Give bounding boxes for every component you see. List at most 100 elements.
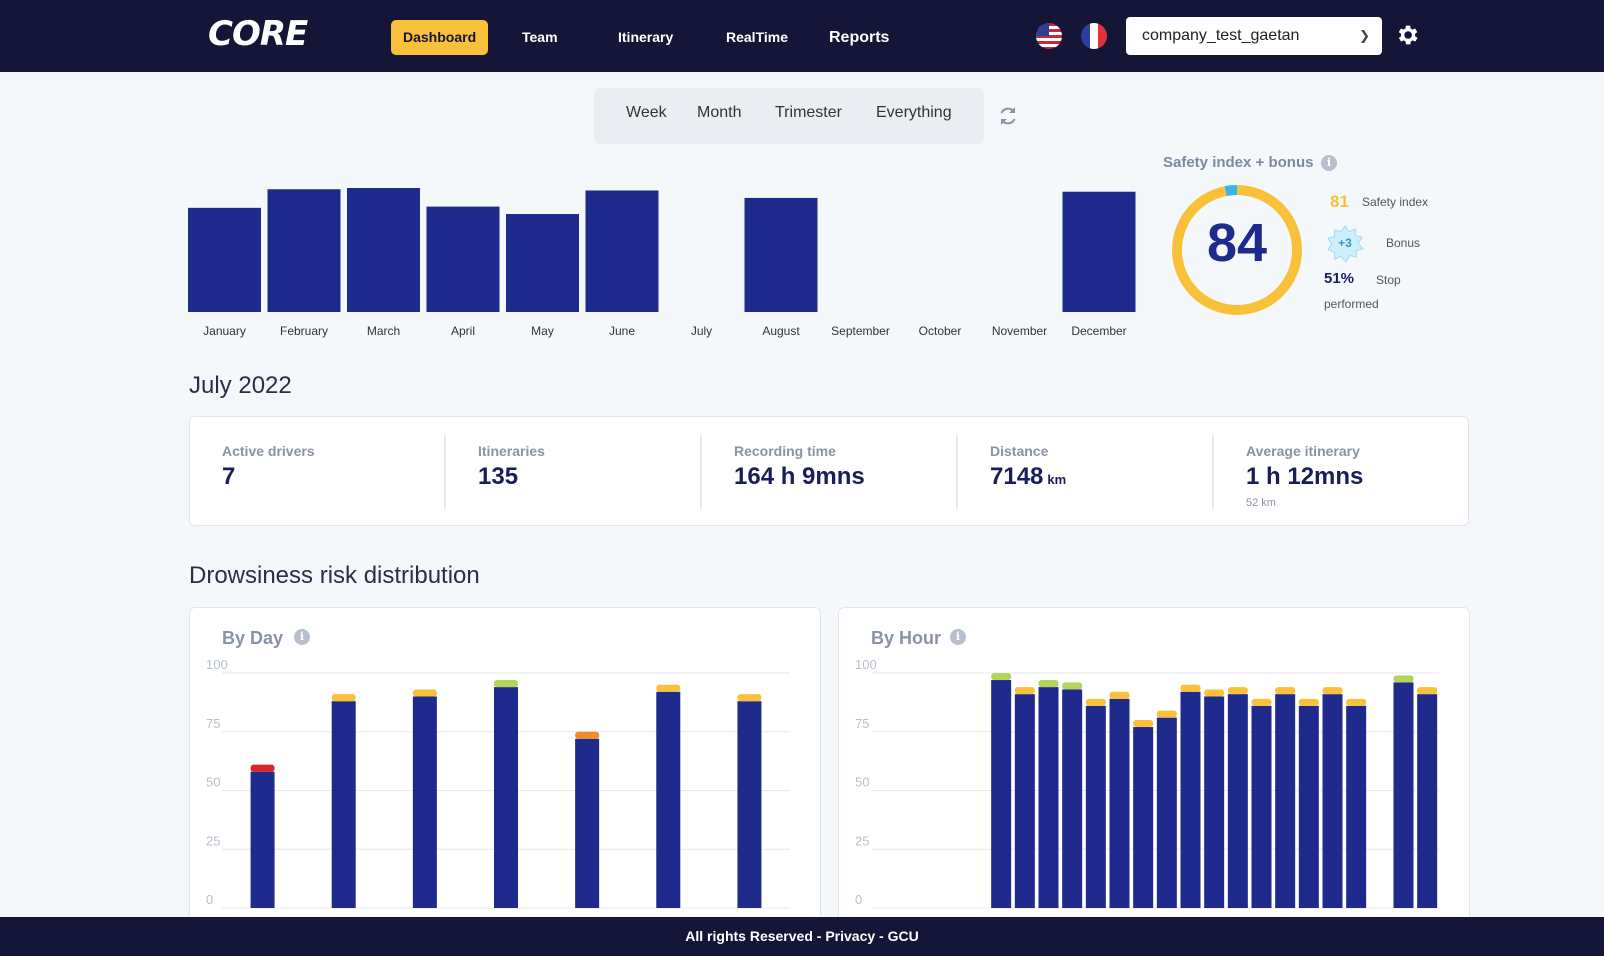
core-logo[interactable]: CORE [208, 14, 308, 54]
stat-recording-time: Recording time 164 h 9mns [700, 435, 956, 509]
company-select-value: company_test_gaetan [1142, 27, 1300, 44]
fr-flag-icon[interactable] [1081, 23, 1107, 49]
info-icon[interactable]: i [294, 629, 310, 645]
month-title: July 2022 [189, 372, 292, 399]
safety-index-value: 81 [1330, 192, 1349, 211]
risk-bar-top [494, 680, 518, 688]
by-hour-card: 0 25 50 75 100 By Hour i [838, 607, 1470, 927]
stop-value: 51% [1324, 270, 1355, 287]
company-select[interactable]: company_test_gaetan ❯ [1126, 17, 1382, 55]
stat-unit: km [1047, 472, 1067, 487]
month-label: September [831, 324, 890, 338]
stat-active-drivers: Active drivers 7 [190, 435, 446, 509]
stat-label: Recording time [734, 443, 836, 459]
nav-reports[interactable]: Reports [829, 20, 889, 55]
tab-everything[interactable]: Everything [876, 104, 952, 122]
tab-week[interactable]: Week [626, 104, 667, 122]
risk-bar-top [1085, 698, 1106, 706]
tab-month[interactable]: Month [697, 104, 741, 122]
y-tick-label: 0 [206, 892, 213, 907]
y-tick-label: 100 [855, 657, 877, 672]
monthly-bar-chart: January February March April May June July Augu… [188, 188, 1136, 338]
by-day-card: 0 25 50 75 100 By Day i [189, 607, 821, 927]
risk-bar-top [1109, 691, 1130, 699]
month-bar [506, 214, 579, 312]
risk-bar [1156, 717, 1177, 908]
risk-bar [1227, 694, 1248, 908]
risk-bar [1085, 705, 1106, 908]
risk-bar [991, 680, 1012, 908]
risk-bar [1014, 694, 1035, 908]
nav-realtime[interactable]: RealTime [726, 20, 788, 55]
tab-trimester[interactable]: Trimester [775, 104, 842, 122]
risk-bar-top [991, 673, 1012, 681]
risk-bar [1417, 694, 1438, 908]
stat-value: 7 [222, 463, 236, 490]
nav-dashboard[interactable]: Dashboard [391, 20, 489, 55]
risk-bar [1133, 727, 1154, 908]
risk-bar-top [1275, 687, 1296, 695]
risk-bar [1346, 705, 1367, 908]
risk-bar-top [412, 689, 437, 697]
risk-bar-top [1156, 710, 1177, 718]
risk-bar [1204, 696, 1225, 908]
nav-team[interactable]: Team [522, 20, 558, 55]
safety-title: Safety index + bonus [1163, 154, 1314, 171]
top-navbar: CORE Dashboard Team Itinerary RealTime R… [0, 0, 1604, 72]
month-bar [267, 189, 341, 312]
footer[interactable]: All rights Reserved - Privacy - GCU [0, 917, 1604, 956]
risk-bar [1038, 687, 1059, 908]
by-day-title: By Day [222, 628, 284, 648]
risk-bar-top [1180, 684, 1201, 692]
stop-label-performed: performed [1324, 297, 1379, 311]
y-tick-label: 25 [855, 833, 869, 848]
risk-bar [494, 687, 518, 908]
y-tick-label: 50 [206, 775, 220, 790]
month-label: May [531, 324, 554, 338]
risk-bar [1393, 682, 1414, 908]
risk-bar-top [1346, 698, 1367, 706]
risk-bar [1322, 694, 1343, 908]
stat-label: Distance [990, 443, 1049, 459]
risk-bar-top [1133, 720, 1154, 728]
risk-bar-top [1227, 687, 1248, 695]
risk-bar [1180, 691, 1201, 908]
gear-icon[interactable] [1394, 21, 1420, 49]
refresh-icon[interactable] [996, 104, 1020, 128]
info-icon[interactable]: i [1321, 155, 1337, 171]
safety-index-label: Safety index [1362, 195, 1429, 209]
info-icon[interactable]: i [950, 629, 966, 645]
by-day-chart: 0 25 50 75 100 [206, 657, 790, 909]
risk-bar [1251, 705, 1272, 908]
stats-card: Active drivers 7 Itineraries 135 Recordi… [189, 416, 1469, 526]
month-bar [1062, 191, 1136, 312]
risk-bar-top [1204, 689, 1225, 697]
y-tick-label: 75 [855, 716, 869, 731]
month-label: June [609, 324, 635, 338]
us-flag-icon[interactable] [1036, 23, 1062, 49]
by-hour-chart: 0 25 50 75 100 [855, 657, 1439, 909]
risk-bar-top [331, 694, 356, 702]
month-bar [426, 206, 500, 312]
period-selector: Week Month Trimester Everything [594, 88, 984, 144]
month-label: July [691, 324, 712, 338]
month-label: December [1071, 324, 1126, 338]
risk-bar [1298, 705, 1319, 908]
risk-bar [656, 691, 681, 908]
risk-bar-top [1014, 687, 1035, 695]
stat-label: Active drivers [222, 443, 315, 459]
month-label: August [762, 324, 800, 338]
month-label: January [203, 324, 246, 338]
distribution-title: Drowsiness risk distribution [189, 562, 480, 589]
risk-bar-top [1322, 687, 1343, 695]
month-bar [347, 188, 420, 312]
risk-bar [575, 738, 600, 908]
month-label: November [992, 324, 1047, 338]
risk-bar-top [656, 684, 681, 692]
nav-itinerary[interactable]: Itinerary [618, 20, 673, 55]
y-tick-label: 100 [206, 657, 228, 672]
stat-itineraries: Itineraries 135 [444, 435, 700, 509]
risk-bar [331, 701, 356, 908]
y-tick-label: 25 [206, 833, 220, 848]
risk-bar [1062, 689, 1083, 908]
